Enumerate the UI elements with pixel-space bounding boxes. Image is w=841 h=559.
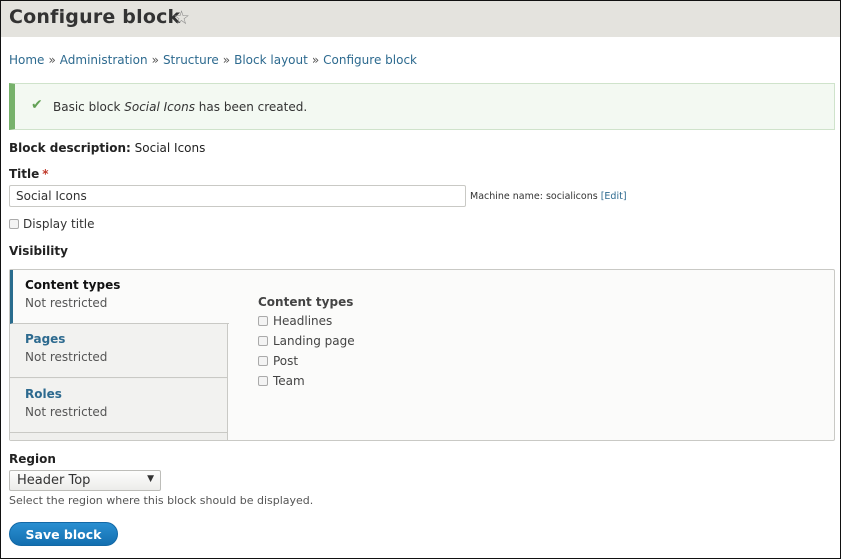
check-icon: ✔ <box>31 97 43 113</box>
checkbox[interactable] <box>258 335 268 346</box>
breadcrumb: Home» Administration» Structure» Block layo… <box>9 53 417 67</box>
breadcrumb-separator: » <box>151 53 159 67</box>
breadcrumb-separator: » <box>222 53 231 67</box>
display-title-option[interactable]: Display title <box>9 217 95 231</box>
breadcrumb-block-layout[interactable]: Block layout <box>234 53 308 67</box>
vertical-tab-list: Content types Not restricted Pages Not r… <box>10 270 229 440</box>
visibility-label: Visibility <box>9 244 68 258</box>
status-message-text: Basic block Social Icons has been create… <box>53 100 307 114</box>
display-title-checkbox[interactable] <box>9 218 19 229</box>
breadcrumb-structure[interactable]: Structure <box>163 53 219 67</box>
message-block-name: Social Icons <box>124 100 195 114</box>
breadcrumb-home[interactable]: Home <box>9 53 44 67</box>
region-label: Region <box>9 452 56 466</box>
tab-content-types[interactable]: Content types Not restricted <box>10 270 229 324</box>
option-label: Post <box>273 354 299 368</box>
tab-title: Roles <box>25 387 62 401</box>
breadcrumb-administration[interactable]: Administration <box>60 53 148 67</box>
checkbox[interactable] <box>258 355 268 366</box>
required-marker: * <box>42 167 49 181</box>
tab-title: Content types <box>25 278 121 292</box>
status-message: ✔ Basic block Social Icons has been crea… <box>9 83 835 130</box>
title-input[interactable] <box>9 185 466 207</box>
page-title: Configure block <box>9 6 181 28</box>
content-type-option-team[interactable]: Team <box>258 374 355 394</box>
content-types-pane: Content types Headlines Landing page Pos… <box>258 295 355 394</box>
breadcrumb-configure-block[interactable]: Configure block <box>323 53 417 67</box>
content-type-option-post[interactable]: Post <box>258 354 355 374</box>
pane-title: Content types <box>258 295 354 309</box>
breadcrumb-separator: » <box>48 53 56 67</box>
option-label: Headlines <box>273 314 333 328</box>
region-select[interactable]: Header Top ▼ <box>9 470 161 491</box>
save-block-button[interactable]: Save block <box>9 522 118 546</box>
tab-summary: Not restricted <box>25 405 108 419</box>
tab-roles[interactable]: Roles Not restricted <box>10 379 227 433</box>
machine-name-text: Machine name: socialicons <box>470 191 598 202</box>
tab-pages[interactable]: Pages Not restricted <box>10 324 227 378</box>
message-prefix: Basic block <box>53 100 125 114</box>
chevron-down-icon: ▼ <box>147 474 154 484</box>
machine-name: Machine name: socialicons [Edit] <box>470 191 627 202</box>
star-icon[interactable]: ☆ <box>173 7 190 29</box>
option-label: Team <box>273 374 305 388</box>
content-type-option-headlines[interactable]: Headlines <box>258 314 355 334</box>
display-title-label: Display title <box>23 217 95 231</box>
breadcrumb-separator: » <box>311 53 320 67</box>
title-label: Title * <box>9 167 49 181</box>
visibility-vertical-tabs: Content types Not restricted Pages Not r… <box>9 269 835 441</box>
block-description-value: Social Icons <box>134 141 206 155</box>
machine-name-edit-link[interactable]: [Edit] <box>601 191 627 202</box>
tab-title: Pages <box>25 332 66 346</box>
region-selected-value: Header Top <box>17 473 91 488</box>
tab-summary: Not restricted <box>25 350 108 364</box>
region-description: Select the region where this block shoul… <box>9 494 314 507</box>
checkbox[interactable] <box>258 375 268 386</box>
block-description: Block description: Social Icons <box>9 141 205 155</box>
message-suffix: has been created. <box>194 100 308 114</box>
option-label: Landing page <box>273 334 355 348</box>
title-label-text: Title <box>9 167 40 181</box>
content-type-option-landing-page[interactable]: Landing page <box>258 334 355 354</box>
block-description-label: Block description: <box>9 141 131 155</box>
tab-summary: Not restricted <box>25 296 108 310</box>
checkbox[interactable] <box>258 315 268 326</box>
page-header: Configure block ☆ <box>1 0 840 37</box>
